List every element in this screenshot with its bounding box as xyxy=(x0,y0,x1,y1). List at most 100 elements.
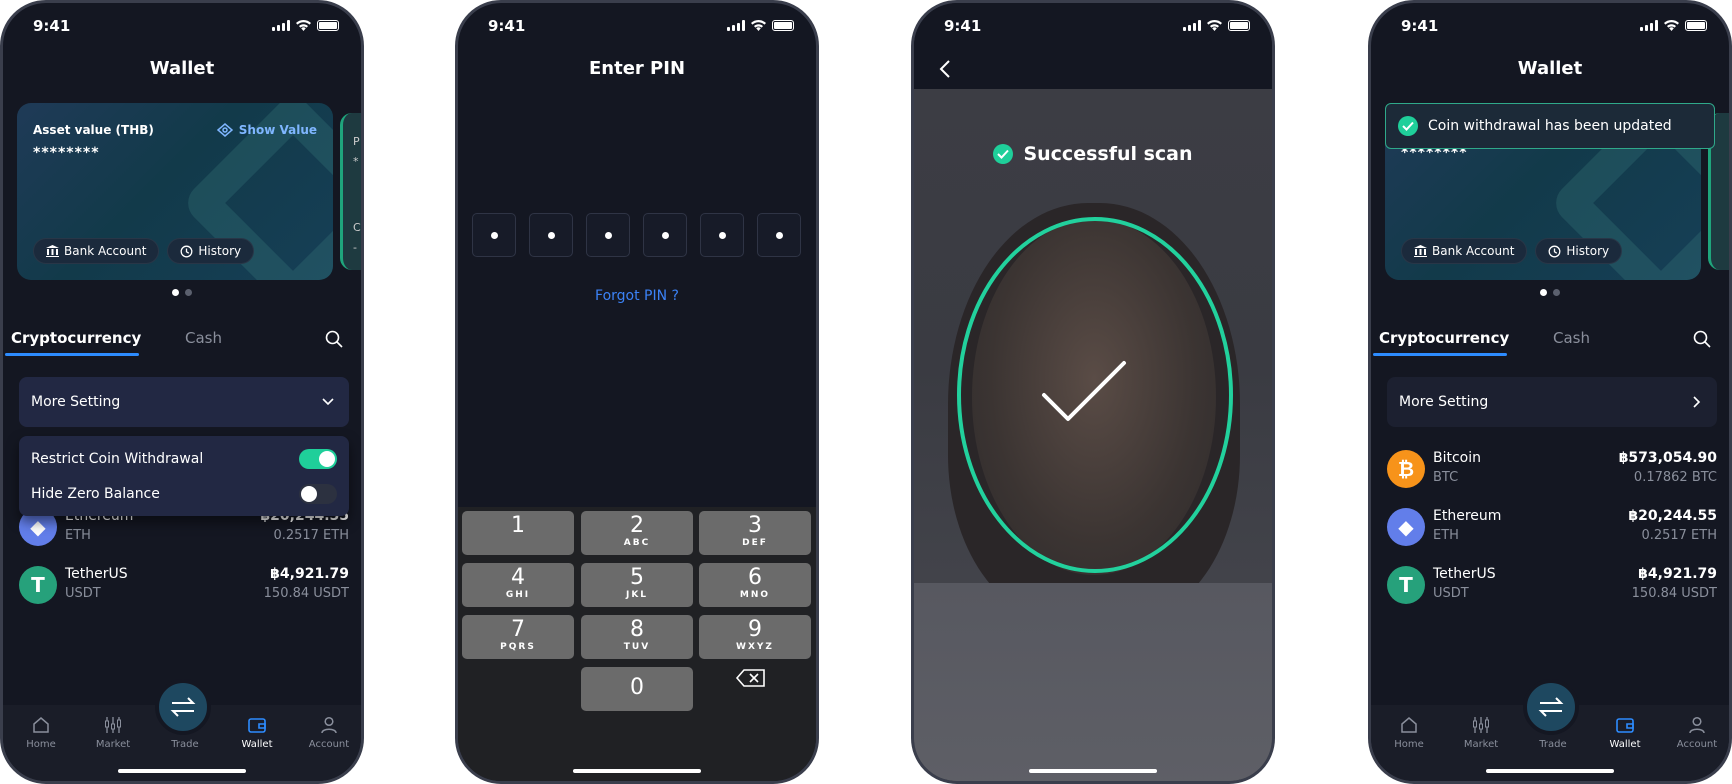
home-icon xyxy=(33,717,49,733)
nav-trade[interactable]: Trade xyxy=(155,739,215,750)
card-pager[interactable] xyxy=(1371,289,1729,296)
status-time: 9:41 xyxy=(1401,17,1439,35)
hide-zero-label: Hide Zero Balance xyxy=(31,486,160,502)
key-8[interactable]: 8 TUV xyxy=(581,615,693,659)
asset-card[interactable]: Asset value (THB) Show Value ******** Ba… xyxy=(17,103,333,280)
backspace-icon[interactable] xyxy=(735,668,767,688)
pin-digit xyxy=(643,213,687,257)
wallet-icon xyxy=(1616,718,1634,733)
home-indicator xyxy=(573,769,701,773)
history-icon xyxy=(180,245,193,257)
more-setting-label: More Setting xyxy=(1399,394,1489,410)
face-frame xyxy=(957,217,1233,573)
nav-trade[interactable]: Trade xyxy=(1523,739,1583,750)
key-5[interactable]: 5 JKL xyxy=(581,563,693,607)
battery-icon xyxy=(1228,20,1250,31)
key-4[interactable]: 4 GHI xyxy=(462,563,574,607)
market-icon xyxy=(105,717,121,733)
status-time: 9:41 xyxy=(33,17,71,35)
restrict-withdrawal-toggle[interactable] xyxy=(299,449,337,469)
back-icon[interactable] xyxy=(938,59,952,79)
scan-status: Successful scan xyxy=(914,143,1272,165)
key-1[interactable]: 1 xyxy=(462,511,574,555)
ethereum-icon: ◆ xyxy=(1387,508,1425,546)
card-pager[interactable] xyxy=(3,289,361,296)
settings-menu: Restrict Coin Withdrawal Hide Zero Balan… xyxy=(19,436,349,516)
hide-zero-toggle[interactable] xyxy=(299,484,337,504)
tether-icon: T xyxy=(19,566,57,604)
nav-home[interactable]: Home xyxy=(11,715,71,750)
restrict-withdrawal-label: Restrict Coin Withdrawal xyxy=(31,451,204,467)
show-value-label: Show Value xyxy=(238,123,317,137)
more-setting-dropdown[interactable]: More Setting xyxy=(19,377,349,427)
nav-home[interactable]: Home xyxy=(1379,715,1439,750)
phone-enter-pin: 9:41 Enter PIN Forgot PIN ? 1 2 ABC 3 DEF … xyxy=(455,0,819,784)
pin-input[interactable] xyxy=(472,213,801,257)
tether-icon: T xyxy=(1387,566,1425,604)
signal-icon xyxy=(1640,20,1658,31)
nav-wallet[interactable]: Wallet xyxy=(227,715,287,750)
search-icon[interactable] xyxy=(325,330,343,348)
bank-account-button[interactable]: Bank Account xyxy=(33,238,160,264)
bank-account-button[interactable]: Bank Account xyxy=(1401,238,1528,264)
key-2[interactable]: 2 ABC xyxy=(581,511,693,555)
scan-message: Successful scan xyxy=(1023,143,1193,165)
eye-icon xyxy=(216,123,233,137)
nav-account[interactable]: Account xyxy=(1667,715,1727,750)
coin-row-tetherus[interactable]: T TetherUS USDT ฿4,921.79 150.84 USDT xyxy=(1387,566,1717,606)
battery-icon xyxy=(317,20,339,31)
key-0[interactable]: 0 xyxy=(581,667,693,711)
chevron-right-icon xyxy=(1693,396,1701,408)
key-6[interactable]: 6 MNO xyxy=(699,563,811,607)
key-9[interactable]: 9 WXYZ xyxy=(699,615,811,659)
status-bar: 9:41 xyxy=(3,3,361,47)
next-card-peek[interactable]: P * C - xyxy=(340,113,361,270)
signal-icon xyxy=(727,20,745,31)
tab-cryptocurrency[interactable]: Cryptocurrency xyxy=(1379,329,1509,347)
bank-account-label: Bank Account xyxy=(1432,244,1515,258)
pin-digit xyxy=(586,213,630,257)
status-time: 9:41 xyxy=(488,17,526,35)
show-value-button[interactable]: Show Value xyxy=(216,123,317,137)
coin-row-tetherus[interactable]: T TetherUS USDT ฿4,921.79 150.84 USDT xyxy=(19,566,349,606)
forgot-pin-link[interactable]: Forgot PIN ? xyxy=(458,288,816,304)
history-icon xyxy=(1548,245,1561,257)
history-button[interactable]: History xyxy=(167,238,255,264)
nav-market[interactable]: Market xyxy=(83,715,143,750)
history-label: History xyxy=(1566,244,1610,258)
tab-cash[interactable]: Cash xyxy=(1553,329,1590,347)
coin-row-bitcoin[interactable]: ₿ Bitcoin BTC ฿573,054.90 0.17862 BTC xyxy=(1387,450,1717,490)
bitcoin-icon: ₿ xyxy=(1387,450,1425,488)
trade-button[interactable] xyxy=(155,679,211,735)
phone-wallet-settings: 9:41 Wallet Asset value (THB) Show Value… xyxy=(0,0,364,784)
more-setting-button[interactable]: More Setting xyxy=(1387,377,1717,427)
toast-message: Coin withdrawal has been updated xyxy=(1428,118,1672,134)
home-indicator xyxy=(118,769,246,773)
asset-tabs: Cryptocurrency Cash xyxy=(3,326,361,356)
bank-account-label: Bank Account xyxy=(64,244,147,258)
trade-button[interactable] xyxy=(1523,679,1579,735)
toast-notification: Coin withdrawal has been updated xyxy=(1385,103,1715,149)
asset-tabs: Cryptocurrency Cash xyxy=(1371,326,1729,356)
wifi-icon xyxy=(751,20,766,31)
key-7[interactable]: 7 PQRS xyxy=(462,615,574,659)
swap-icon xyxy=(170,697,196,717)
wallet-icon xyxy=(248,718,266,733)
status-time: 9:41 xyxy=(944,17,982,35)
phone-wallet-updated: 9:41 Wallet ******** Bank Account Histor… xyxy=(1368,0,1732,784)
tab-cash[interactable]: Cash xyxy=(185,329,222,347)
page-title: Wallet xyxy=(149,58,215,79)
tab-cryptocurrency[interactable]: Cryptocurrency xyxy=(11,329,141,347)
account-icon xyxy=(1689,716,1705,734)
nav-account[interactable]: Account xyxy=(299,715,359,750)
coin-row-ethereum[interactable]: ◆ Ethereum ETH ฿20,244.55 0.2517 ETH xyxy=(1387,508,1717,548)
search-icon[interactable] xyxy=(1693,330,1711,348)
nav-market[interactable]: Market xyxy=(1451,715,1511,750)
history-button[interactable]: History xyxy=(1535,238,1623,264)
status-bar: 9:41 xyxy=(914,3,1272,47)
key-3[interactable]: 3 DEF xyxy=(699,511,811,555)
wifi-icon xyxy=(296,20,311,31)
pin-digit xyxy=(757,213,801,257)
nav-wallet[interactable]: Wallet xyxy=(1595,715,1655,750)
pin-digit xyxy=(472,213,516,257)
